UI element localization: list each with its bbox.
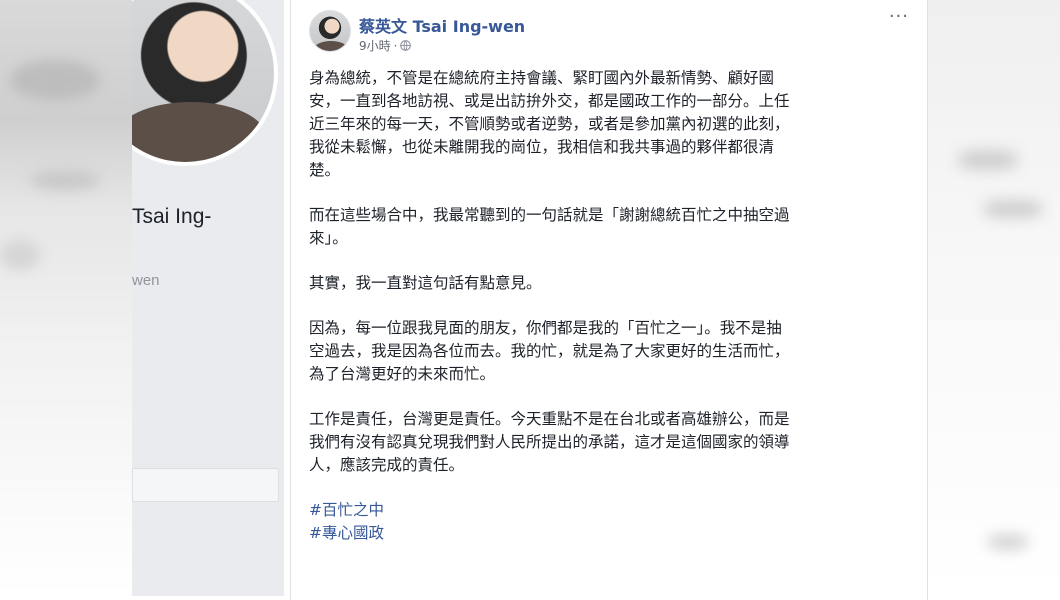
- profile-handle: wen: [132, 272, 160, 289]
- blurred-background-left: [0, 0, 132, 596]
- profile-sidebar-box[interactable]: [132, 468, 279, 502]
- author-name[interactable]: 蔡英文 Tsai Ing-wen: [359, 13, 525, 37]
- post-paragraph: 而在這些場合中，我最常聽到的一句話就是「謝謝總統百忙之中抽空過 來」。: [309, 206, 790, 247]
- profile-sidebar-footer: [132, 512, 284, 596]
- blurred-background-right: [928, 0, 1060, 596]
- background-smudge: [0, 240, 40, 270]
- more-options-icon[interactable]: ···: [889, 8, 909, 26]
- background-smudge: [958, 150, 1018, 170]
- post-meta: 9小時 ·: [359, 37, 412, 54]
- post-timestamp[interactable]: 9小時: [359, 37, 391, 54]
- author-avatar[interactable]: [309, 10, 351, 52]
- post-header: 蔡英文 Tsai Ing-wen 9小時 · ···: [309, 8, 909, 60]
- background-smudge: [983, 200, 1043, 218]
- post-paragraph: 工作是責任，台灣更是責任。今天重點不是在台北或者高雄辦公，而是 我們有沒有認真兌…: [309, 410, 790, 474]
- profile-sidebar: Tsai Ing- wen: [132, 0, 284, 596]
- post-paragraph: 其實，我一直對這句話有點意見。: [309, 274, 542, 292]
- background-smudge: [10, 60, 100, 100]
- profile-picture[interactable]: [132, 0, 278, 166]
- meta-separator: ·: [393, 38, 398, 53]
- post-paragraph: 身為總統，不管是在總統府主持會議、緊盯國內外最新情勢、顧好國 安，一直到各地訪視…: [309, 69, 790, 179]
- background-smudge: [30, 170, 100, 190]
- background-smudge: [988, 535, 1028, 549]
- post-paragraph: 因為，每一位跟我見面的朋友，你們都是我的「百忙之一」。我不是抽 空過去，我是因為…: [309, 319, 790, 383]
- post-card: 蔡英文 Tsai Ing-wen 9小時 · ··· 身為總統，不管是在總統府主…: [290, 0, 928, 600]
- post-body: 身為總統，不管是在總統府主持會議、緊盯國內外最新情勢、顧好國 安，一直到各地訪視…: [309, 67, 899, 545]
- globe-icon[interactable]: [400, 40, 412, 51]
- profile-name[interactable]: Tsai Ing-: [132, 205, 211, 229]
- hashtag-link[interactable]: #專心國政: [309, 522, 899, 545]
- hashtag-link[interactable]: #百忙之中: [309, 499, 899, 522]
